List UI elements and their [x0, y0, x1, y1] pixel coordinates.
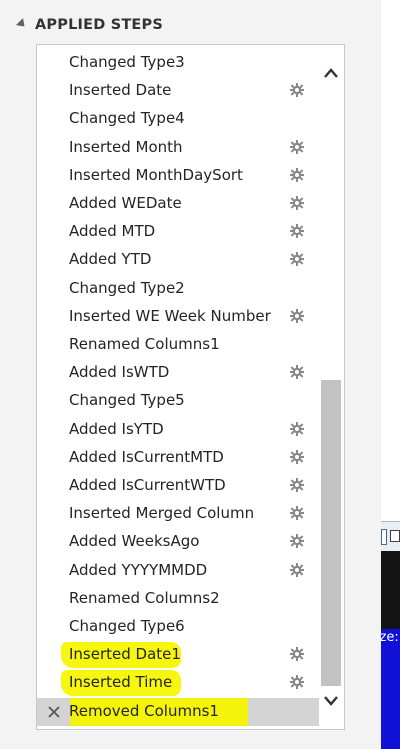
gear-icon[interactable]: [289, 421, 305, 437]
step-label: Changed Type4: [69, 109, 185, 128]
step-item[interactable]: Renamed Columns2: [37, 585, 319, 613]
gear-icon[interactable]: [289, 364, 305, 380]
edge-partial-text: ize:: [376, 630, 399, 645]
step-label: Added YYYYMMDD: [69, 560, 208, 579]
chevron-up-icon: [324, 68, 338, 78]
step-item[interactable]: Renamed Columns1: [37, 331, 319, 359]
step-label: Added IsWTD: [69, 363, 170, 382]
step-label: Changed Type2: [69, 278, 185, 297]
toolbar-item-icon[interactable]: [381, 529, 387, 545]
applied-steps-list: Changed Type3 Inserted Date Changed Type4 I…: [36, 44, 345, 730]
step-label: Inserted Date: [69, 81, 172, 100]
collapse-triangle-icon[interactable]: [15, 17, 29, 30]
step-item[interactable]: Inserted WE Week Number: [37, 303, 319, 331]
gear-icon[interactable]: [289, 167, 305, 183]
gear-icon[interactable]: [289, 674, 305, 690]
step-label: Added MTD: [69, 222, 156, 241]
scroll-thumb[interactable]: [321, 380, 341, 686]
step-label: Added IsYTD: [69, 419, 164, 438]
step-item[interactable]: Inserted Date: [37, 77, 319, 105]
edge-toolbar: [381, 521, 400, 553]
gear-icon[interactable]: [289, 533, 305, 549]
step-label: Inserted Merged Column: [69, 504, 255, 523]
step-label: Added IsCurrentWTD: [69, 476, 226, 494]
gear-icon[interactable]: [289, 477, 305, 493]
steps-scrollbar[interactable]: [320, 56, 342, 716]
step-item[interactable]: Inserted Month: [37, 134, 319, 162]
step-item[interactable]: Changed Type2: [37, 275, 319, 303]
delete-step-icon[interactable]: [47, 704, 61, 718]
step-label: Changed Type3: [69, 53, 185, 71]
gear-icon[interactable]: [289, 449, 305, 465]
step-label: Inserted WE Week Number: [69, 306, 271, 325]
step-label: Inserted Time: [69, 673, 173, 692]
gear-icon[interactable]: [289, 646, 305, 662]
gear-icon[interactable]: [289, 251, 305, 267]
scroll-down-button[interactable]: [320, 690, 342, 712]
step-label: Added YTD: [69, 250, 152, 269]
step-item[interactable]: Added IsCurrentWTD: [37, 472, 319, 500]
gear-icon[interactable]: [289, 562, 305, 578]
step-label: Changed Type6: [69, 617, 185, 635]
step-label: Inserted Month: [69, 137, 183, 156]
step-item[interactable]: Removed Columns1: [37, 697, 319, 726]
step-label: Removed Columns1: [69, 701, 219, 720]
step-item[interactable]: Added IsWTD: [37, 359, 319, 387]
step-label: Added IsCurrentMTD: [69, 447, 224, 466]
step-item[interactable]: Changed Type6: [37, 613, 319, 641]
step-label: Added WeeksAgo: [69, 532, 200, 551]
step-item[interactable]: Added IsYTD: [37, 416, 319, 444]
step-label: Added WEDate: [69, 194, 182, 212]
step-item[interactable]: Added YYYYMMDD: [37, 557, 319, 585]
step-item[interactable]: Added WeeksAgo: [37, 528, 319, 556]
main-area-dark-region: [381, 551, 400, 629]
step-label: Renamed Columns1: [69, 335, 220, 353]
gear-icon[interactable]: [289, 139, 305, 155]
gear-icon[interactable]: [289, 82, 305, 98]
step-item[interactable]: Inserted Date1: [37, 641, 319, 669]
step-label: Inserted MonthDaySort: [69, 165, 243, 184]
step-item[interactable]: Inserted Time: [37, 669, 319, 697]
gear-icon[interactable]: [289, 308, 305, 324]
step-item[interactable]: Changed Type3: [37, 49, 319, 77]
step-item[interactable]: Changed Type4: [37, 105, 319, 133]
step-item[interactable]: Inserted MonthDaySort: [37, 162, 319, 190]
gear-icon[interactable]: [289, 223, 305, 239]
step-item[interactable]: Inserted Merged Column: [37, 500, 319, 528]
applied-steps-header[interactable]: APPLIED STEPS: [15, 14, 164, 36]
chevron-down-icon: [324, 696, 338, 706]
step-item[interactable]: Changed Type5: [37, 387, 319, 415]
gear-icon[interactable]: [289, 195, 305, 211]
step-item[interactable]: Added WEDate: [37, 190, 319, 218]
section-title: APPLIED STEPS: [35, 17, 164, 33]
step-label: Renamed Columns2: [69, 588, 220, 607]
step-item[interactable]: Added MTD: [37, 218, 319, 246]
query-settings-pane: APPLIED STEPS Changed Type3 Inserted Date…: [0, 0, 382, 749]
toolbar-item-icon[interactable]: [390, 530, 400, 542]
step-label: Changed Type5: [69, 391, 185, 410]
step-item[interactable]: Added IsCurrentMTD: [37, 444, 319, 472]
scroll-up-button[interactable]: [320, 62, 342, 84]
step-item[interactable]: Added YTD: [37, 246, 319, 274]
step-label: Inserted Date1: [69, 645, 181, 664]
gear-icon[interactable]: [289, 505, 305, 521]
